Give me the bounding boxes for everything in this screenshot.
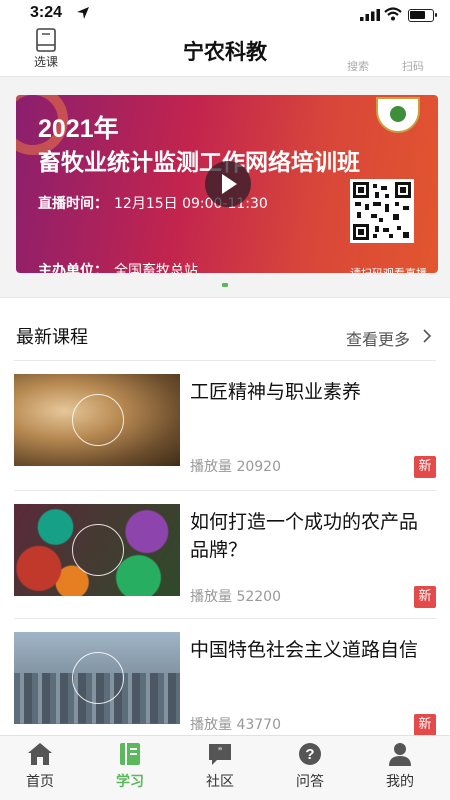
page-title: 宁农科教 <box>183 40 267 64</box>
organization-logo <box>376 97 420 133</box>
wifi-icon <box>384 7 402 21</box>
course-item[interactable]: 工匠精神与职业素养 播放量 20920 新 <box>14 374 436 492</box>
course-thumbnail[interactable] <box>14 374 180 466</box>
thumbnail-caption-ring <box>72 524 124 576</box>
divider <box>14 618 436 619</box>
banner-carousel: 2021年 畜牧业统计监测工作网络培训班 直播时间： 12月15日 09:00-… <box>0 76 450 298</box>
status-time: 3:24 <box>30 4 63 21</box>
course-play-count: 播放量 52200 <box>190 589 281 605</box>
course-thumbnail[interactable] <box>14 504 180 596</box>
view-more-link[interactable]: 查看更多 <box>346 326 410 350</box>
course-play-count: 播放量 43770 <box>190 717 281 733</box>
tab-community-label: 社区 <box>206 774 234 790</box>
course-play-count: 播放量 20920 <box>190 459 281 475</box>
community-icon: ” <box>209 744 231 765</box>
scan-button[interactable]: 扫码 <box>402 59 424 71</box>
chevron-right-icon[interactable] <box>422 329 432 343</box>
divider <box>14 360 436 361</box>
tab-study[interactable]: 学习 <box>100 742 160 791</box>
question-icon: ? <box>299 743 321 765</box>
tab-profile-label: 我的 <box>386 774 414 790</box>
course-title[interactable]: 中国特色社会主义道路自信 <box>190 636 430 664</box>
tab-community[interactable]: ” 社区 <box>190 742 250 791</box>
banner-host-label: 主办单位： <box>38 263 108 273</box>
latest-courses-title: 最新课程 <box>16 327 88 348</box>
course-item[interactable]: 中国特色社会主义道路自信 播放量 43770 新 <box>14 632 436 750</box>
play-icon <box>222 174 237 194</box>
tab-qa[interactable]: ? 问答 <box>280 742 340 791</box>
tab-home-label: 首页 <box>26 774 54 790</box>
play-button[interactable] <box>205 161 251 207</box>
new-badge: 新 <box>414 586 436 608</box>
app-header: 选课 宁农科教 搜索 扫码 <box>0 28 450 74</box>
home-icon <box>28 743 52 765</box>
course-item[interactable]: 如何打造一个成功的农产品品牌？ 播放量 52200 新 <box>14 504 436 622</box>
thumbnail-caption-ring <box>72 394 124 446</box>
status-bar: 3:24 <box>0 0 450 28</box>
thumbnail-caption-ring <box>72 652 124 704</box>
cellular-signal-icon <box>360 9 380 21</box>
tab-study-label: 学习 <box>116 774 144 790</box>
course-title[interactable]: 如何打造一个成功的农产品品牌？ <box>190 508 430 564</box>
banner-year: 2021年 <box>38 115 119 143</box>
qr-code-icon <box>350 179 414 243</box>
banner-title: 畜牧业统计监测工作网络培训班 <box>38 150 360 176</box>
tab-home[interactable]: 首页 <box>10 742 70 791</box>
svg-text:”: ” <box>218 745 222 759</box>
new-badge: 新 <box>414 714 436 736</box>
course-title[interactable]: 工匠精神与职业素养 <box>190 378 430 406</box>
svg-text:?: ? <box>305 746 314 763</box>
course-thumbnail[interactable] <box>14 632 180 724</box>
banner-host-value: 全国畜牧总站 <box>114 263 198 273</box>
tab-profile[interactable]: 我的 <box>370 742 430 791</box>
divider <box>14 490 436 491</box>
banner-time-label: 直播时间： <box>38 196 108 212</box>
location-arrow-icon <box>77 7 89 19</box>
tab-qa-label: 问答 <box>296 774 324 790</box>
carousel-indicator[interactable] <box>222 283 228 287</box>
new-badge: 新 <box>414 456 436 478</box>
banner-slide[interactable]: 2021年 畜牧业统计监测工作网络培训班 直播时间： 12月15日 09:00-… <box>16 95 438 273</box>
qr-caption: 请扫码观看直播 <box>350 265 427 273</box>
search-button[interactable]: 搜索 <box>347 59 369 71</box>
battery-icon <box>408 9 437 22</box>
bottom-nav: 首页 学习 ” 社区 ? 问答 我的 <box>0 735 450 800</box>
study-icon <box>120 743 140 765</box>
profile-icon <box>389 743 411 766</box>
